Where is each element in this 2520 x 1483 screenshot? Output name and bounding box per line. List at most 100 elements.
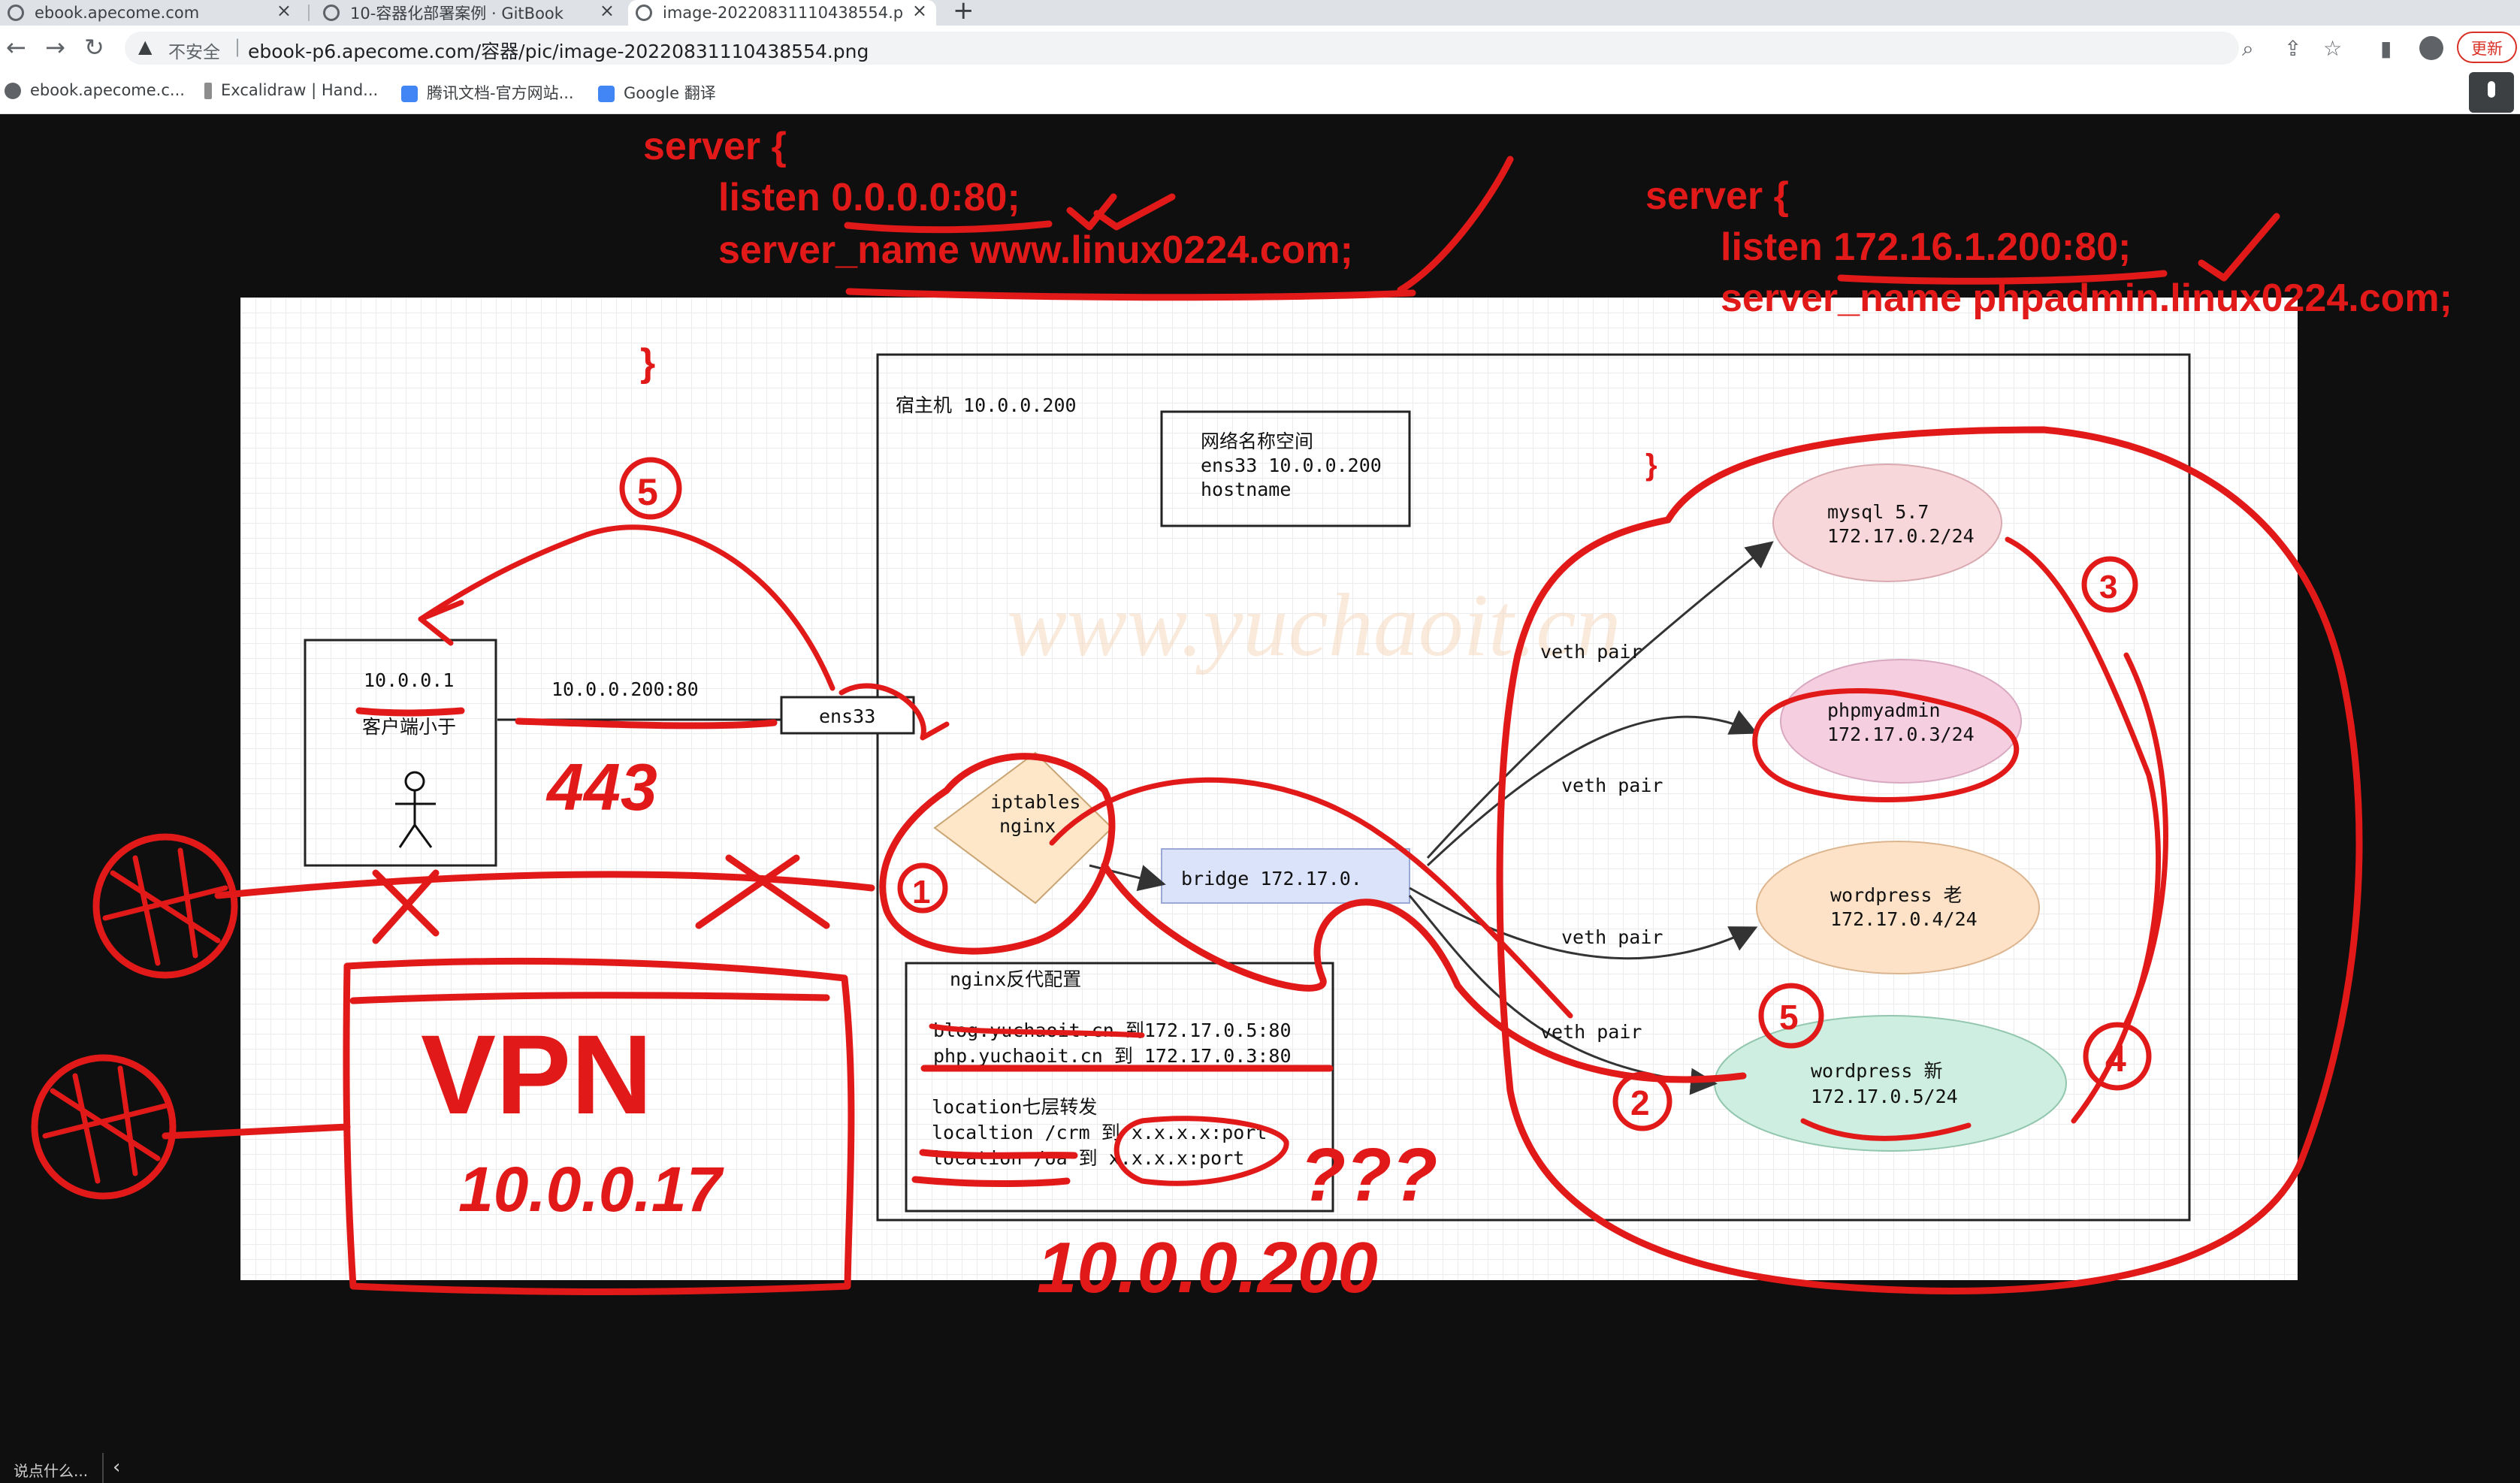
globe-icon xyxy=(323,5,340,21)
check-mark xyxy=(2198,213,2280,282)
vpn-inner-line xyxy=(349,992,830,1004)
close-icon[interactable]: × xyxy=(600,0,615,21)
veth-label-4: veth pair xyxy=(1540,1021,1642,1043)
phpmyadmin-ip: 172.17.0.3/24 xyxy=(1827,723,1975,745)
server2-close: } xyxy=(1645,449,1657,482)
server2-name: server_name phpadmin.linux0224.com; xyxy=(1721,276,2452,320)
nginx-config-title: nginx反代配置 xyxy=(950,968,1081,990)
hash-circle-2 xyxy=(31,1054,177,1200)
label-3: 3 xyxy=(2099,569,2117,606)
bookmark-item[interactable]: Google 翻译 xyxy=(598,81,716,104)
tencent-docs-icon xyxy=(401,86,418,102)
netns-line2: ens33 10.0.0.200 xyxy=(1201,455,1382,476)
security-label[interactable]: 不安全 xyxy=(168,38,220,63)
veth-line-wordpress-new xyxy=(1408,895,1718,1095)
mysql-ip: 172.17.0.2/24 xyxy=(1827,525,1975,547)
globe-icon xyxy=(5,83,21,99)
underline-link xyxy=(515,717,778,729)
server1-listen: listen 0.0.0.0:80; xyxy=(718,176,1020,219)
mysql-name: mysql 5.7 xyxy=(1827,501,1929,523)
label-2: 2 xyxy=(1630,1083,1650,1122)
image-viewer: www.yuchaoit.cn 宿主机 10.0.0.200 网络名称空间 en… xyxy=(0,114,2520,1483)
bookmark-label: Excalidraw | Hand... xyxy=(221,81,379,99)
netns-line3: hostname xyxy=(1201,479,1291,500)
bookmark-label: ebook.apecome.c... xyxy=(30,81,185,99)
l7-line1: localtion /crm 到 x.x.x.x:port xyxy=(932,1122,1267,1143)
mysql-container xyxy=(1772,464,2002,582)
nginx-config-line2: php.yuchaoit.cn 到 172.17.0.3:80 xyxy=(933,1045,1292,1067)
vpn-label: VPN xyxy=(421,1011,652,1137)
host-label: 宿主机 10.0.0.200 xyxy=(896,394,1077,416)
separator: | xyxy=(234,36,241,57)
bottom-ip: 10.0.0.200 xyxy=(1037,1228,1378,1308)
sidepanel-icon[interactable]: ▮ xyxy=(2380,36,2392,61)
star-icon[interactable]: ☆ xyxy=(2323,36,2342,61)
client-link-label: 10.0.0.200:80 xyxy=(551,678,699,700)
update-button[interactable]: 更新 xyxy=(2457,32,2517,63)
warning-icon[interactable]: ▲ xyxy=(138,36,152,57)
wordpress-new-name: wordpress 新 xyxy=(1811,1060,1943,1082)
reload-icon[interactable]: ↻ xyxy=(84,33,104,62)
back-icon[interactable]: ← xyxy=(6,33,26,62)
check-mark xyxy=(1066,193,1176,231)
x-mark xyxy=(695,854,830,929)
tab-title: image-20220831110438554.p xyxy=(663,4,904,22)
client-name: 客户端小于 xyxy=(362,716,456,738)
new-tab-button[interactable]: + xyxy=(953,0,974,26)
microphone-icon[interactable] xyxy=(2469,72,2514,113)
close-icon[interactable]: × xyxy=(912,0,927,21)
arrow-head xyxy=(418,600,464,646)
ens33-label: ens33 xyxy=(819,705,875,727)
veth-label-2: veth pair xyxy=(1561,775,1663,796)
toolbar: ← → ↻ ▲ 不安全 | ebook-p6.apecome.com/容器/pi… xyxy=(0,26,2520,71)
profile-avatar[interactable] xyxy=(2419,36,2443,60)
bracket-stroke xyxy=(1397,156,1514,294)
server1-open: server { xyxy=(643,125,787,168)
translate-icon xyxy=(598,86,615,102)
nginx-config-box xyxy=(905,962,1334,1213)
share-icon[interactable]: ⇪ xyxy=(2284,36,2301,61)
server1-name: server_name www.linux0224.com; xyxy=(718,228,1353,272)
forward-icon[interactable]: → xyxy=(45,33,65,62)
globe-icon xyxy=(8,5,24,21)
label-5-top: 5 xyxy=(637,471,658,513)
wordpress-old-name: wordpress 老 xyxy=(1830,884,1963,906)
line-to-vpn xyxy=(162,1123,351,1140)
phpmyadmin-container xyxy=(1780,659,2022,784)
bookmark-item[interactable]: 腾讯文档-官方网站... xyxy=(401,81,574,104)
address-bar[interactable]: ▲ 不安全 | ebook-p6.apecome.com/容器/pic/imag… xyxy=(125,32,2239,65)
bookmark-item[interactable]: Excalidraw | Hand... xyxy=(204,81,378,99)
bookmark-item[interactable]: ebook.apecome.c... xyxy=(5,81,185,99)
veth-label-1: veth pair xyxy=(1540,641,1642,663)
separator xyxy=(102,1453,104,1483)
close-icon[interactable]: × xyxy=(276,0,292,21)
label-5: 5 xyxy=(1779,998,1799,1037)
phpmyadmin-name: phpmyadmin xyxy=(1827,699,1941,721)
bridge-label: bridge 172.17.0. xyxy=(1181,868,1362,889)
question-marks: ??? xyxy=(1300,1133,1437,1217)
comment-input[interactable]: 说点什么... xyxy=(14,1459,88,1481)
server1-close: } xyxy=(640,341,655,385)
network-diagram: www.yuchaoit.cn 宿主机 10.0.0.200 网络名称空间 en… xyxy=(31,125,2452,1308)
zoom-icon[interactable]: ⌕ xyxy=(2242,36,2254,62)
underline-listen1 xyxy=(844,220,1053,234)
veth-label-3: veth pair xyxy=(1561,926,1663,948)
underline-crm xyxy=(919,1149,1078,1159)
hash-circle-1 xyxy=(92,833,238,979)
tab-strip: ebook.apecome.com × 10-容器化部署案例 · GitBook… xyxy=(0,0,2520,26)
wordpress-old-ip: 172.17.0.4/24 xyxy=(1830,908,1978,930)
iptables-label: iptables xyxy=(990,791,1080,813)
tab-gitbook[interactable]: 10-容器化部署案例 · GitBook × xyxy=(316,0,624,26)
tab-image[interactable]: image-20220831110438554.p × xyxy=(628,0,936,26)
tab-ebook[interactable]: ebook.apecome.com × xyxy=(0,0,301,26)
underline-oa xyxy=(911,1176,1071,1187)
l7-title: location七层转发 xyxy=(932,1096,1097,1118)
tab-separator xyxy=(308,5,310,21)
url-text[interactable]: ebook-p6.apecome.com/容器/pic/image-202208… xyxy=(248,37,869,64)
label-4: 4 xyxy=(2105,1037,2126,1080)
flow-arrow-client xyxy=(418,524,835,691)
tab-title: 10-容器化部署案例 · GitBook xyxy=(350,5,564,23)
label-1: 1 xyxy=(912,874,930,911)
chevron-left-icon[interactable]: ‹ xyxy=(113,1456,120,1478)
netns-line1: 网络名称空间 xyxy=(1201,430,1313,452)
